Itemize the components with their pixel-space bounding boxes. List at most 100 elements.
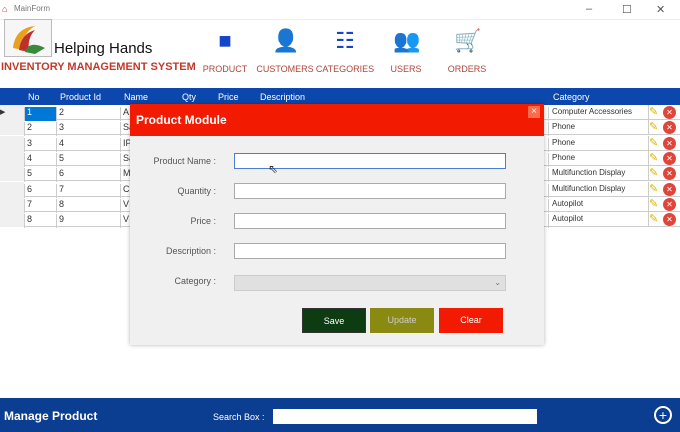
col-no[interactable]: No — [28, 92, 40, 102]
row-header[interactable] — [0, 150, 24, 166]
row-header[interactable] — [0, 166, 24, 182]
delete-icon[interactable]: ✕ — [663, 121, 676, 135]
category-select[interactable]: ⌄ — [234, 275, 506, 291]
cell-no[interactable]: 5 — [24, 168, 56, 183]
logo — [4, 19, 52, 57]
cell-category[interactable]: Autopilot — [548, 198, 648, 213]
col-product-id[interactable]: Product Id — [60, 92, 101, 102]
quantity-input[interactable] — [234, 183, 506, 199]
product-module-dialog: Product Module × Product Name : Quantity… — [130, 104, 544, 345]
row-header[interactable]: ▶ — [0, 105, 24, 120]
cell-product-id[interactable]: 8 — [56, 198, 120, 213]
cell-product-id[interactable]: 5 — [56, 152, 120, 167]
edit-icon[interactable]: ✎ — [648, 120, 662, 135]
cell-name[interactable]: V — [120, 214, 130, 229]
cell-no[interactable]: 4 — [24, 152, 56, 167]
edit-icon[interactable]: ✎ — [648, 105, 662, 119]
row-header[interactable] — [0, 212, 24, 228]
row-header[interactable] — [0, 135, 24, 151]
delete-icon[interactable]: ✕ — [663, 213, 676, 227]
col-price[interactable]: Price — [218, 92, 239, 102]
cell-no[interactable]: 1 — [24, 107, 56, 121]
title-bar: ⌂ MainForm – ☐ ✕ — [0, 0, 680, 20]
cell-product-id[interactable]: 3 — [56, 122, 120, 137]
row-header[interactable] — [0, 196, 24, 212]
cell-category[interactable]: Multifunction Display — [548, 168, 648, 183]
cell-name[interactable]: V — [120, 198, 130, 213]
dialog-title: Product Module — [136, 113, 227, 127]
col-description[interactable]: Description — [260, 92, 305, 102]
dialog-header: Product Module × — [130, 104, 544, 136]
cell-name[interactable]: Sa — [120, 122, 130, 137]
col-qty[interactable]: Qty — [182, 92, 196, 102]
col-name[interactable]: Name — [124, 92, 148, 102]
cell-category[interactable]: Phone — [548, 137, 648, 152]
delete-icon[interactable]: ✕ — [663, 197, 676, 211]
mouse-cursor: ⇖ — [268, 162, 279, 176]
edit-icon[interactable]: ✎ — [648, 181, 662, 196]
update-button[interactable]: Update — [370, 308, 434, 333]
edit-icon[interactable]: ✎ — [648, 135, 662, 150]
product-name-label: Product Name : — [153, 156, 216, 166]
cell-no[interactable]: 8 — [24, 214, 56, 229]
category-label: Category : — [174, 276, 216, 286]
delete-icon[interactable]: ✕ — [663, 106, 676, 119]
close-icon[interactable]: × — [528, 106, 540, 118]
nav-product[interactable]: ■ PRODUCT — [192, 28, 258, 74]
delete-icon[interactable]: ✕ — [663, 167, 676, 181]
cell-product-id[interactable]: 9 — [56, 214, 120, 229]
cell-category[interactable]: Phone — [548, 152, 648, 167]
nav-categories[interactable]: ☷ CATEGORIES — [312, 28, 378, 74]
search-input[interactable] — [273, 409, 537, 424]
table-header: No Product Id Name Qty Price Description… — [0, 88, 680, 105]
row-header[interactable] — [0, 181, 24, 197]
cell-no[interactable]: 6 — [24, 183, 56, 198]
edit-icon[interactable]: ✎ — [648, 150, 662, 165]
product-icon: ■ — [218, 28, 232, 53]
minimize-button[interactable]: – — [586, 3, 592, 15]
users-icon: 👥 — [393, 28, 421, 53]
nav-label: ORDERS — [447, 64, 487, 74]
delete-icon[interactable]: ✕ — [663, 151, 676, 165]
cell-category[interactable]: Multifunction Display — [548, 183, 648, 198]
save-button[interactable]: Save — [302, 308, 366, 333]
edit-icon[interactable]: ✎ — [648, 212, 662, 227]
cell-name[interactable]: Sa — [120, 152, 130, 167]
chevron-down-icon: ⌄ — [494, 278, 501, 287]
cell-no[interactable]: 3 — [24, 137, 56, 152]
cell-category[interactable]: Autopilot — [548, 214, 648, 229]
cell-category[interactable]: Computer Accessories — [548, 107, 648, 121]
price-input[interactable] — [234, 213, 506, 229]
app-icon: ⌂ — [2, 4, 8, 14]
col-category[interactable]: Category — [553, 92, 590, 102]
categories-icon: ☷ — [335, 28, 355, 53]
nav-users[interactable]: 👥 USERS — [373, 28, 439, 74]
cell-no[interactable]: 7 — [24, 198, 56, 213]
delete-icon[interactable]: ✕ — [663, 182, 676, 196]
edit-icon[interactable]: ✎ — [648, 196, 662, 211]
cell-name[interactable]: IP — [120, 137, 130, 152]
close-window-button[interactable]: ✕ — [656, 3, 665, 16]
cell-product-id[interactable]: 4 — [56, 137, 120, 152]
cell-product-id[interactable]: 2 — [56, 107, 120, 121]
cell-category[interactable]: Phone — [548, 122, 648, 137]
quantity-label: Quantity : — [177, 186, 216, 196]
cell-name[interactable]: C — [120, 183, 130, 198]
cell-name[interactable]: M — [120, 168, 130, 183]
delete-icon[interactable]: ✕ — [663, 136, 676, 150]
clear-button[interactable]: Clear — [439, 308, 503, 333]
cell-product-id[interactable]: 7 — [56, 183, 120, 198]
nav-orders[interactable]: 🛒 ORDERS — [434, 28, 500, 74]
cell-product-id[interactable]: 6 — [56, 168, 120, 183]
cell-no[interactable]: 2 — [24, 122, 56, 137]
brand-name: Helping Hands — [54, 40, 153, 57]
price-label: Price : — [190, 216, 216, 226]
description-input[interactable] — [234, 243, 506, 259]
nav-customers[interactable]: 👤 CUSTOMERS — [252, 28, 318, 74]
cell-name[interactable]: A — [120, 107, 130, 121]
edit-icon[interactable]: ✎ — [648, 166, 662, 181]
add-product-icon[interactable]: + — [654, 406, 672, 424]
window-title: MainForm — [14, 4, 51, 13]
maximize-button[interactable]: ☐ — [622, 3, 632, 16]
row-header[interactable] — [0, 120, 24, 136]
